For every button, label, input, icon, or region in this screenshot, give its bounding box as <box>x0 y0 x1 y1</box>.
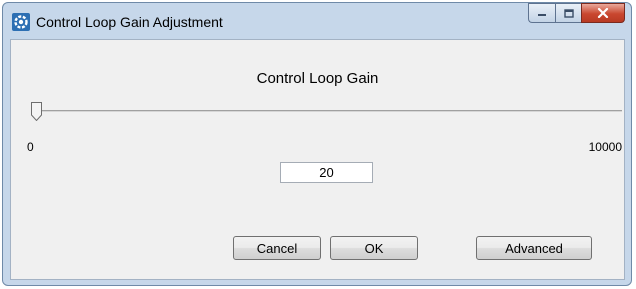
title-bar[interactable]: Control Loop Gain Adjustment <box>3 3 631 39</box>
gain-slider-track[interactable] <box>32 110 622 112</box>
gear-icon <box>12 13 30 31</box>
maximize-icon <box>563 8 574 18</box>
ok-button[interactable]: OK <box>330 236 418 260</box>
close-button[interactable] <box>581 3 625 23</box>
cancel-button[interactable]: Cancel <box>233 236 321 260</box>
dialog-heading: Control Loop Gain <box>256 70 379 87</box>
caption-buttons <box>528 3 625 23</box>
gain-slider-thumb[interactable] <box>31 102 43 121</box>
maximize-button[interactable] <box>555 3 581 23</box>
close-icon <box>597 8 609 18</box>
dialog-client-area: Control Loop Gain 0 10000 Cancel OK Adva… <box>10 39 625 280</box>
slider-min-label: 0 <box>27 140 34 154</box>
minimize-icon <box>538 14 546 16</box>
dialog-window: Control Loop Gain Adjustment Control Loo… <box>2 2 632 286</box>
minimize-button[interactable] <box>528 3 555 23</box>
window-title: Control Loop Gain Adjustment <box>36 14 223 30</box>
slider-max-label: 10000 <box>588 140 622 154</box>
gain-value-input[interactable] <box>280 162 373 183</box>
advanced-button[interactable]: Advanced <box>476 236 592 260</box>
